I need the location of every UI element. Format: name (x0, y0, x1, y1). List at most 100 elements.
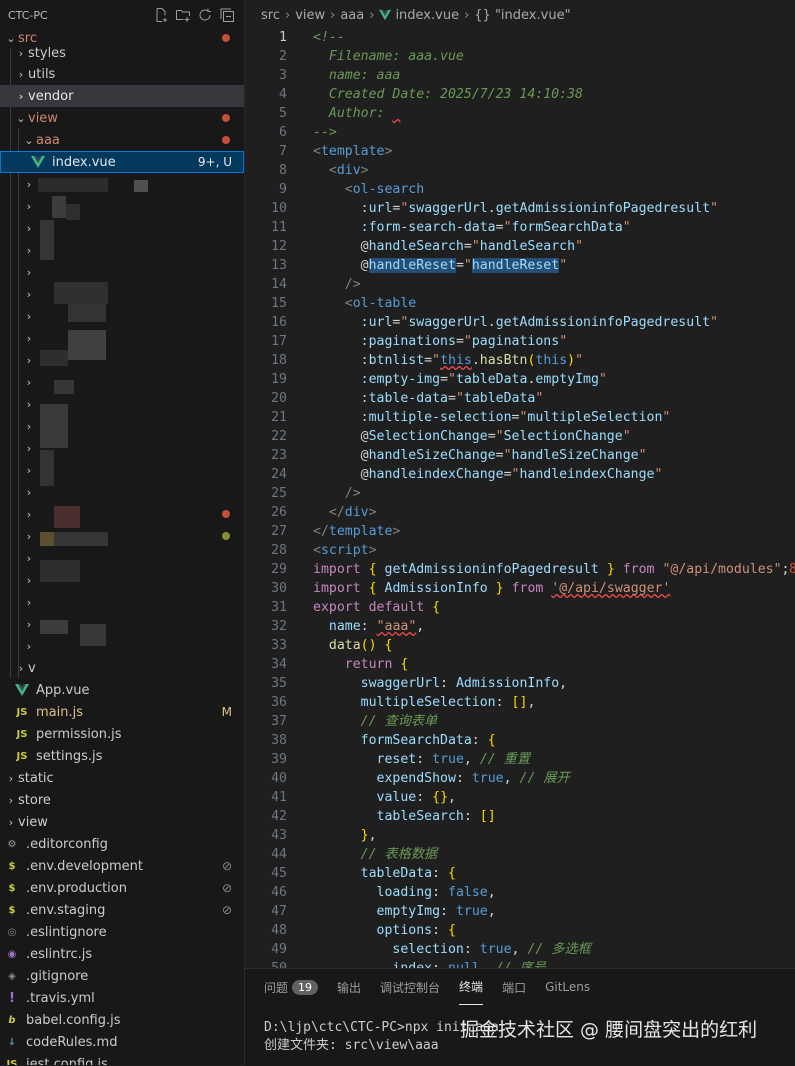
code-line[interactable]: 25 /> (245, 484, 795, 503)
tab-debug-console[interactable]: 调试控制台 (380, 969, 440, 1005)
code-line[interactable]: 38 formSearchData: { (245, 731, 795, 750)
tree-folder-view[interactable]: ⌄ view (0, 107, 244, 129)
tree-folder-obscured[interactable]: › (0, 437, 244, 459)
tree-folder-obscured[interactable]: › (0, 283, 244, 305)
code-line[interactable]: 48 options: { (245, 921, 795, 940)
tree-folder-obscured[interactable]: › (0, 569, 244, 591)
tab-terminal[interactable]: 终端 (459, 969, 484, 1005)
tree-file-babel-config[interactable]: b babel.config.js (0, 1009, 244, 1031)
code-line[interactable]: 18 :btnlist="this.hasBtn(this)" (245, 351, 795, 370)
tree-file-settings-js[interactable]: JS settings.js (0, 745, 244, 767)
tree-file-editorconfig[interactable]: ⚙ .editorconfig (0, 833, 244, 855)
tree-file-main-js[interactable]: JS main.js M (0, 701, 244, 723)
code-line[interactable]: 50 index: null, // 序号 (245, 959, 795, 968)
tab-ports[interactable]: 端口 (502, 969, 526, 1005)
code-area[interactable]: 1 <!-- 2 Filename: aaa.vue 3 name: aaa 4 Cre… (245, 28, 795, 968)
tree-folder-obscured[interactable]: › (0, 547, 244, 569)
tree-folder-obscured[interactable]: › (0, 635, 244, 657)
code-line[interactable]: 9 <ol-search (245, 180, 795, 199)
code-line[interactable]: 34 return { (245, 655, 795, 674)
code-line[interactable]: 28 <script> (245, 541, 795, 560)
tree-folder-obscured[interactable]: › (0, 613, 244, 635)
tab-output[interactable]: 输出 (337, 969, 361, 1005)
code-line[interactable]: 22 @SelectionChange="SelectionChange" (245, 427, 795, 446)
tree-file-app-vue[interactable]: App.vue (0, 679, 244, 701)
code-line[interactable]: 4 Created Date: 2025/7/23 14:10:38 (245, 85, 795, 104)
tree-folder-obscured[interactable]: › (0, 591, 244, 613)
code-line[interactable]: 40 expendShow: true, // 展开 (245, 769, 795, 788)
code-line[interactable]: 47 emptyImg: true, (245, 902, 795, 921)
tree-folder-obscured[interactable]: › (0, 239, 244, 261)
code-line[interactable]: 7 <template> (245, 142, 795, 161)
code-line[interactable]: 20 :table-data="tableData" (245, 389, 795, 408)
code-line[interactable]: 3 name: aaa (245, 66, 795, 85)
code-line[interactable]: 17 :paginations="paginations" (245, 332, 795, 351)
code-line[interactable]: 26 </div> (245, 503, 795, 522)
code-line[interactable]: 6 --> (245, 123, 795, 142)
tree-folder-obscured[interactable]: › (0, 415, 244, 437)
tree-folder-obscured[interactable]: › (0, 481, 244, 503)
tree-folder-obscured[interactable]: › (0, 393, 244, 415)
tree-folder-obscured[interactable]: › (0, 503, 244, 525)
tree-folder-obscured[interactable]: › (0, 459, 244, 481)
tree-file-env-staging[interactable]: $ .env.staging ⊘ (0, 899, 244, 921)
tree-file-coderules-md[interactable]: ↓ codeRules.md (0, 1031, 244, 1053)
tree-folder-obscured[interactable]: › (0, 327, 244, 349)
code-line[interactable]: 39 reset: true, // 重置 (245, 750, 795, 769)
breadcrumb-item[interactable]: {} "index.vue" (474, 8, 570, 23)
code-line[interactable]: 49 selection: true, // 多选框 (245, 940, 795, 959)
tree-file-eslintignore[interactable]: ◎ .eslintignore (0, 921, 244, 943)
tree-folder-obscured[interactable]: › (0, 525, 244, 547)
tree-folder-obscured[interactable]: › (0, 217, 244, 239)
code-line[interactable]: 45 tableData: { (245, 864, 795, 883)
code-line[interactable]: 41 value: {}, (245, 788, 795, 807)
code-line[interactable]: 31 export default { (245, 598, 795, 617)
code-line[interactable]: 27 </template> (245, 522, 795, 541)
tree-folder-v[interactable]: › v (0, 657, 244, 679)
code-line[interactable]: 19 :empty-img="tableData.emptyImg" (245, 370, 795, 389)
breadcrumb-item[interactable]: index.vue (395, 8, 459, 23)
code-line[interactable]: 35 swaggerUrl: AdmissionInfo, (245, 674, 795, 693)
code-line[interactable]: 30 import { AdmissionInfo } from '@/api/s… (245, 579, 795, 598)
code-line[interactable]: 12 @handleSearch="handleSearch" (245, 237, 795, 256)
code-line[interactable]: 33 data() { (245, 636, 795, 655)
tree-folder-static[interactable]: › static (0, 767, 244, 789)
tree-folder-obscured[interactable]: › (0, 261, 244, 283)
tree-folder-styles[interactable]: › styles (0, 42, 244, 64)
tree-folder-obscured[interactable]: › (0, 305, 244, 327)
tree-file-env-development[interactable]: $ .env.development ⊘ (0, 855, 244, 877)
code-line[interactable]: 13 @handleReset="handleReset" (245, 256, 795, 275)
tree-file-eslintrc-js[interactable]: ◉ .eslintrc.js (0, 943, 244, 965)
code-editor[interactable]: src › view › aaa › index.vue › {} "index… (245, 0, 795, 968)
breadcrumb-item[interactable]: view (295, 8, 325, 23)
new-file-icon[interactable] (150, 4, 172, 26)
code-line[interactable]: 46 loading: false, (245, 883, 795, 902)
tree-folder-obscured[interactable]: › (0, 195, 244, 217)
code-line[interactable]: 16 :url="swaggerUrl.getAdmissioninfoPage… (245, 313, 795, 332)
code-line[interactable]: 5 Author: (245, 104, 795, 123)
tree-folder-view-root[interactable]: › view (0, 811, 244, 833)
code-line[interactable]: 24 @handleindexChange="handleindexChange… (245, 465, 795, 484)
code-line[interactable]: 21 :multiple-selection="multipleSelectio… (245, 408, 795, 427)
collapse-all-icon[interactable] (216, 4, 238, 26)
code-line[interactable]: 11 :form-search-data="formSearchData" (245, 218, 795, 237)
tab-problems[interactable]: 问题 19 (264, 969, 319, 1005)
tree-folder-aaa[interactable]: ⌄ aaa (0, 129, 244, 151)
code-line[interactable]: 14 /> (245, 275, 795, 294)
tree-file-travis-yml[interactable]: ! .travis.yml (0, 987, 244, 1009)
code-line[interactable]: 43 }, (245, 826, 795, 845)
code-line[interactable]: 29 import { getAdmissioninfoPagedresult }… (245, 560, 795, 579)
code-line[interactable]: 10 :url="swaggerUrl.getAdmissioninfoPage… (245, 199, 795, 218)
code-line[interactable]: 15 <ol-table (245, 294, 795, 313)
code-line[interactable]: 37 // 查询表单 (245, 712, 795, 731)
tab-gitlens[interactable]: GitLens (545, 969, 590, 1005)
new-folder-icon[interactable] (172, 4, 194, 26)
code-line[interactable]: 23 @handleSizeChange="handleSizeChange" (245, 446, 795, 465)
code-line[interactable]: 44 // 表格数据 (245, 845, 795, 864)
breadcrumb-item[interactable]: aaa (340, 8, 364, 23)
code-line[interactable]: 32 name: "aaa", (245, 617, 795, 636)
tree-folder-obscured[interactable]: › (0, 349, 244, 371)
code-line[interactable]: 42 tableSearch: [] (245, 807, 795, 826)
tree-folder-utils[interactable]: › utils (0, 63, 244, 85)
tree-folder-obscured[interactable]: › (0, 173, 244, 195)
